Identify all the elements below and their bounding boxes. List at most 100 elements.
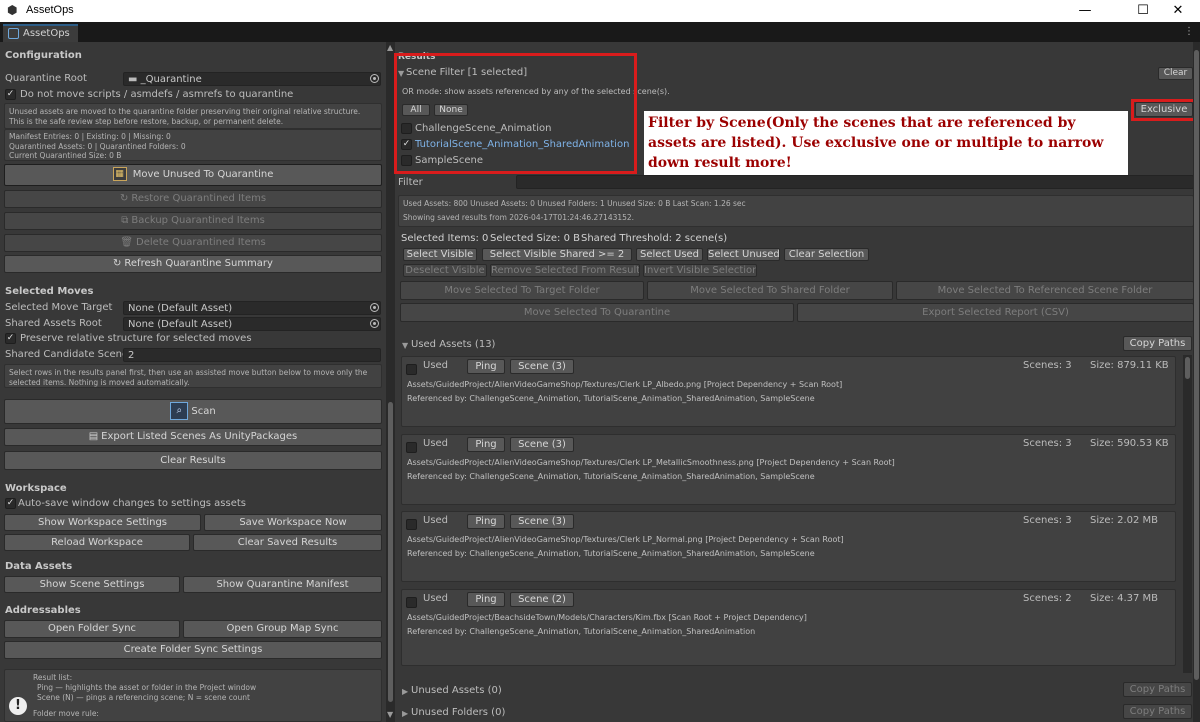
- saved-results-line: Showing saved results from 2026-04-17T01…: [403, 213, 635, 222]
- scene-ping-button[interactable]: Scene (2): [510, 592, 574, 607]
- info-exclamation-icon: !: [9, 697, 27, 715]
- move-to-shared-folder-button[interactable]: Move Selected To Shared Folder: [647, 281, 893, 300]
- used-copy-paths-button[interactable]: Copy Paths: [1123, 336, 1192, 351]
- ping-button[interactable]: Ping: [467, 437, 505, 452]
- select-unused-button[interactable]: Select Unused: [707, 248, 780, 261]
- referenced-by: Referenced by: ChallengeScene_Animation,…: [407, 627, 756, 636]
- invert-visible-selection-button[interactable]: Invert Visible Selection: [643, 264, 757, 277]
- tab-menu-icon[interactable]: ⋮: [1184, 26, 1194, 37]
- object-picker-icon[interactable]: [370, 74, 379, 83]
- preserve-structure-checkbox[interactable]: ✓: [5, 333, 16, 344]
- scan-magnifier-icon: ⌕: [170, 402, 189, 420]
- assetops-tab-icon: [8, 28, 19, 39]
- move-to-referenced-scene-folder-button[interactable]: Move Selected To Referenced Scene Folder: [896, 281, 1194, 300]
- scan-button[interactable]: ⌕ Scan: [4, 399, 382, 424]
- right-scrollbar-thumb[interactable]: [1194, 50, 1199, 680]
- move-target-field[interactable]: None (Default Asset): [123, 301, 381, 315]
- asset-path: Assets/GuidedProject/AlienVideoGameShop/…: [407, 380, 843, 389]
- unused-assets-header[interactable]: Unused Assets (0): [411, 685, 502, 696]
- restore-quarantined-button[interactable]: ↻ Restore Quarantined Items: [4, 190, 382, 208]
- row-select-checkbox[interactable]: [406, 597, 417, 608]
- ping-button[interactable]: Ping: [467, 592, 505, 607]
- referenced-by: Referenced by: ChallengeScene_Animation,…: [407, 472, 815, 481]
- clear-saved-results-button[interactable]: Clear Saved Results: [193, 534, 382, 551]
- legend-line-4: Folder move rule:: [33, 709, 99, 718]
- move-to-quarantine-button[interactable]: Move Selected To Quarantine: [400, 303, 794, 322]
- asset-size: Size: 879.11 KB: [1090, 360, 1169, 371]
- export-selected-report-button[interactable]: Export Selected Report (CSV): [797, 303, 1194, 322]
- unused-folders-expand-icon[interactable]: ▶: [402, 709, 408, 718]
- scene-ping-button[interactable]: Scene (3): [510, 437, 574, 452]
- row-select-checkbox[interactable]: [406, 364, 417, 375]
- folders-copy-paths-button[interactable]: Copy Paths: [1123, 704, 1192, 719]
- unused-assets-expand-icon[interactable]: ▶: [402, 687, 408, 696]
- left-scroll-up-icon[interactable]: ▲: [387, 43, 393, 52]
- used-assets-scrollbar[interactable]: [1183, 355, 1192, 673]
- create-folder-sync-settings-button[interactable]: Create Folder Sync Settings: [4, 641, 382, 659]
- left-scrollbar-thumb[interactable]: [388, 402, 393, 702]
- show-scene-settings-button[interactable]: Show Scene Settings: [4, 576, 180, 593]
- minimize-icon[interactable]: —: [1062, 0, 1108, 22]
- used-assets-expand-icon[interactable]: ▼: [402, 341, 408, 350]
- show-workspace-settings-button[interactable]: Show Workspace Settings: [4, 514, 201, 531]
- left-scroll-down-icon[interactable]: ▼: [387, 710, 393, 719]
- export-unitypackages-button[interactable]: ▤ Export Listed Scenes As UnityPackages: [4, 428, 382, 446]
- do-not-move-checkbox[interactable]: ✓: [5, 89, 16, 100]
- save-workspace-button[interactable]: Save Workspace Now: [204, 514, 382, 531]
- backup-quarantined-button[interactable]: ⧉ Backup Quarantined Items: [4, 212, 382, 230]
- shared-root-picker-icon[interactable]: [370, 319, 379, 328]
- used-asset-row[interactable]: Used Ping Scene (3) Scenes: 3 Size: 879.…: [401, 356, 1176, 427]
- right-scrollbar[interactable]: [1193, 42, 1200, 722]
- refresh-label: Refresh Quarantine Summary: [124, 258, 273, 269]
- tab-assetops[interactable]: AssetOps: [3, 24, 78, 42]
- manifest-line-1: Manifest Entries: 0 | Existing: 0 | Miss…: [9, 132, 171, 141]
- scene-ping-button[interactable]: Scene (3): [510, 514, 574, 529]
- show-quarantine-manifest-button[interactable]: Show Quarantine Manifest: [183, 576, 382, 593]
- row-select-checkbox[interactable]: [406, 442, 417, 453]
- scene-filter-highlight-box: [394, 53, 637, 174]
- refresh-icon: ↻: [113, 258, 122, 269]
- used-asset-row[interactable]: Used Ping Scene (2) Scenes: 2 Size: 4.37…: [401, 589, 1176, 666]
- row-select-checkbox[interactable]: [406, 519, 417, 530]
- scene-ping-button[interactable]: Scene (3): [510, 359, 574, 374]
- preserve-structure-label: Preserve relative structure for selected…: [20, 333, 252, 344]
- deselect-visible-button[interactable]: Deselect Visible: [403, 264, 487, 277]
- title-bar: ⬢ AssetOps — ☐ ✕: [0, 0, 1200, 22]
- reload-workspace-button[interactable]: Reload Workspace: [4, 534, 190, 551]
- selected-items-count: Selected Items: 0: [401, 233, 489, 244]
- shared-candidate-field[interactable]: 2: [123, 348, 381, 362]
- clear-selection-button[interactable]: Clear Selection: [784, 248, 869, 261]
- shared-root-label: Shared Assets Root: [5, 318, 102, 329]
- asset-path: Assets/GuidedProject/BeachsideTown/Model…: [407, 613, 807, 622]
- autosave-checkbox[interactable]: ✓: [5, 498, 16, 509]
- open-group-map-sync-button[interactable]: Open Group Map Sync: [183, 620, 382, 638]
- refresh-quarantine-summary-button[interactable]: ↻ Refresh Quarantine Summary: [4, 255, 382, 273]
- remove-selected-button[interactable]: Remove Selected From Results: [490, 264, 640, 277]
- delete-quarantined-button[interactable]: 🗑 Delete Quarantined Items: [4, 234, 382, 252]
- select-visible-button[interactable]: Select Visible: [403, 248, 477, 261]
- scan-stats-box: Used Assets: 800 Unused Assets: 0 Unused…: [398, 195, 1194, 227]
- used-asset-row[interactable]: Used Ping Scene (3) Scenes: 3 Size: 590.…: [401, 434, 1176, 505]
- quarantine-root-field[interactable]: ▬ _Quarantine: [123, 72, 381, 86]
- shared-root-field[interactable]: None (Default Asset): [123, 317, 381, 331]
- ping-button[interactable]: Ping: [467, 514, 505, 529]
- row-status: Used: [423, 593, 449, 604]
- select-used-button[interactable]: Select Used: [636, 248, 703, 261]
- move-to-target-folder-button[interactable]: Move Selected To Target Folder: [400, 281, 644, 300]
- row-status: Used: [423, 438, 449, 449]
- clear-results-button[interactable]: Clear Results: [4, 451, 382, 470]
- open-folder-sync-button[interactable]: Open Folder Sync: [4, 620, 180, 638]
- used-assets-header[interactable]: Used Assets (13): [411, 339, 495, 350]
- unused-copy-paths-button[interactable]: Copy Paths: [1123, 682, 1192, 697]
- ping-button[interactable]: Ping: [467, 359, 505, 374]
- select-visible-shared-button[interactable]: Select Visible Shared >= 2: [482, 248, 632, 261]
- move-unused-to-quarantine-button[interactable]: ▦ Move Unused To Quarantine: [4, 164, 382, 186]
- scene-count: Scenes: 2: [1023, 593, 1072, 604]
- used-assets-scrollbar-thumb[interactable]: [1185, 357, 1190, 379]
- clear-button[interactable]: Clear: [1158, 67, 1193, 80]
- close-icon[interactable]: ✕: [1155, 0, 1200, 22]
- target-picker-icon[interactable]: [370, 303, 379, 312]
- used-asset-row[interactable]: Used Ping Scene (3) Scenes: 3 Size: 2.02…: [401, 511, 1176, 582]
- filter-input[interactable]: [516, 175, 1194, 189]
- unused-folders-header[interactable]: Unused Folders (0): [411, 707, 505, 718]
